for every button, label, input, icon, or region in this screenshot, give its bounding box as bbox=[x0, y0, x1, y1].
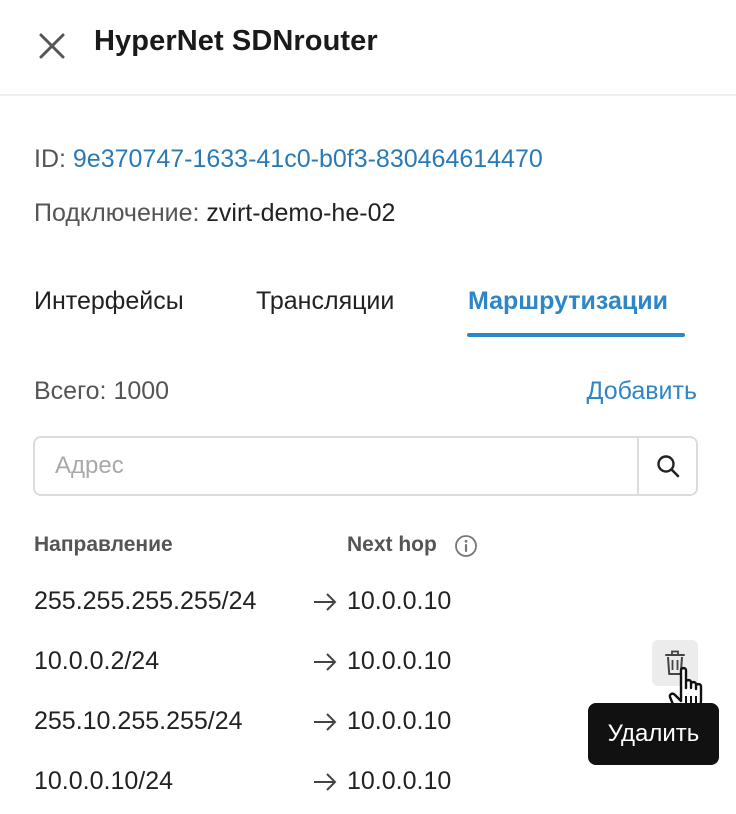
tab-translations[interactable]: Трансляции bbox=[256, 287, 394, 316]
search-box bbox=[33, 436, 698, 496]
route-destination: 10.0.0.2/24 bbox=[34, 647, 160, 675]
route-next-hop: 10.0.0.10 bbox=[347, 647, 452, 675]
table-row: 10.0.0.2/24 10.0.0.10 bbox=[0, 647, 736, 707]
arrow-right-icon bbox=[314, 653, 337, 671]
search-button[interactable] bbox=[637, 438, 696, 494]
route-next-hop: 10.0.0.10 bbox=[347, 587, 452, 615]
search-icon bbox=[656, 455, 679, 478]
id-line: ID: 9e370747-1633-41c0-b0f3-830464614470 bbox=[34, 145, 543, 174]
column-header-destination: Направление bbox=[34, 533, 173, 556]
route-next-hop: 10.0.0.10 bbox=[347, 707, 452, 735]
add-button[interactable]: Добавить bbox=[587, 377, 698, 406]
tab-routing[interactable]: Маршрутизации bbox=[468, 287, 668, 316]
route-next-hop: 10.0.0.10 bbox=[347, 767, 452, 795]
tab-interfaces[interactable]: Интерфейсы bbox=[34, 287, 184, 316]
id-value[interactable]: 9e370747-1633-41c0-b0f3-830464614470 bbox=[73, 145, 543, 173]
connection-value: zvirt-demo-he-02 bbox=[206, 199, 396, 227]
connection-line: Подключение: zvirt-demo-he-02 bbox=[34, 199, 395, 228]
delete-tooltip: Удалить bbox=[588, 703, 719, 765]
page-title: HyperNet SDNrouter bbox=[94, 25, 378, 57]
arrow-right-icon bbox=[314, 773, 337, 791]
route-destination: 255.255.255.255/24 bbox=[34, 587, 257, 615]
route-destination: 10.0.0.10/24 bbox=[34, 767, 174, 795]
table-row: 10.0.0.10/24 10.0.0.10 bbox=[0, 767, 736, 814]
panel-header: HyperNet SDNrouter bbox=[0, 0, 736, 96]
route-destination: 255.10.255.255/24 bbox=[34, 707, 243, 735]
info-icon[interactable] bbox=[454, 534, 478, 558]
close-button[interactable] bbox=[32, 26, 72, 66]
table-row: 255.255.255.255/24 10.0.0.10 bbox=[0, 587, 736, 647]
id-label: ID: bbox=[34, 145, 66, 173]
arrow-right-icon bbox=[314, 713, 337, 731]
column-header-next-hop: Next hop bbox=[347, 533, 437, 556]
total-count: Всего: 1000 bbox=[34, 377, 170, 405]
arrow-right-icon bbox=[314, 593, 337, 611]
connection-label: Подключение: bbox=[34, 199, 200, 227]
address-search-input[interactable] bbox=[35, 438, 639, 494]
active-tab-indicator bbox=[467, 333, 685, 337]
close-icon bbox=[39, 33, 65, 59]
